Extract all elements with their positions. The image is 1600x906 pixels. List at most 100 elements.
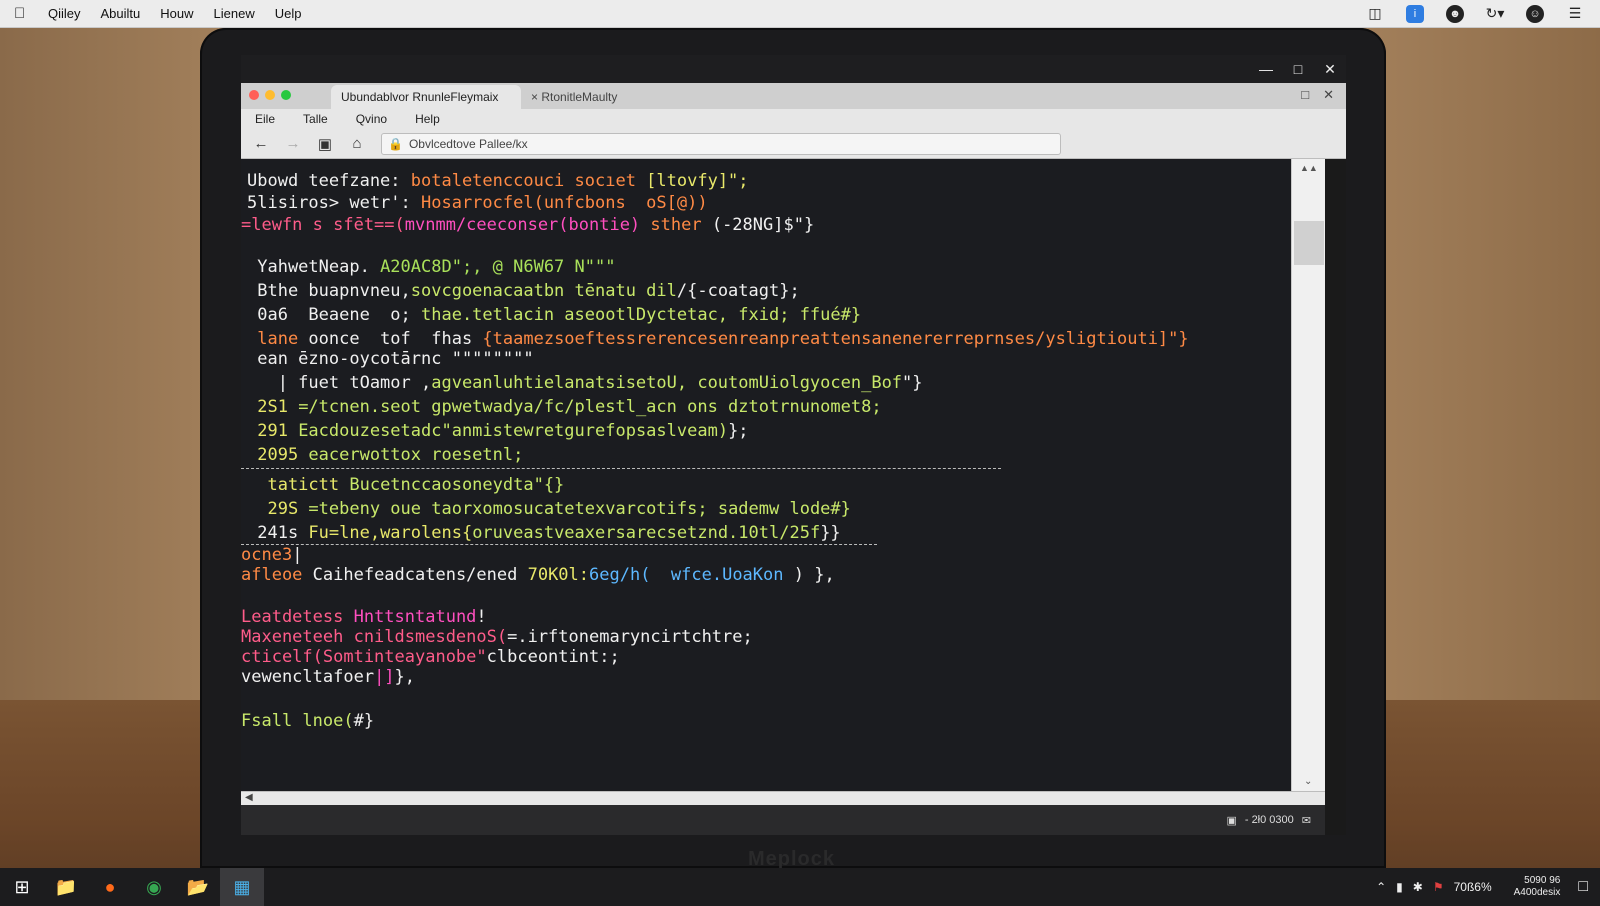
- terminal-token: 2095: [247, 445, 309, 465]
- outer-window-titlebar: — □ ✕: [241, 55, 1346, 83]
- window-split-icon[interactable]: ◫: [1366, 5, 1384, 23]
- menubar-item-1[interactable]: Qiiley: [48, 6, 81, 21]
- close-icon[interactable]: ✕: [1314, 55, 1346, 83]
- user-face-icon[interactable]: ☺: [1526, 4, 1544, 23]
- vertical-scrollbar[interactable]: ▲▲ ⌄: [1291, 159, 1325, 791]
- terminal-token: 5lisiros> wetr':: [247, 193, 421, 213]
- terminal-token: oonce tof fhas: [308, 329, 483, 349]
- windows-start-icon[interactable]: ⊞: [0, 868, 44, 906]
- accessibility-icon[interactable]: ☻: [1446, 4, 1464, 23]
- terminal-token: | fuet tOamor ,: [247, 373, 432, 393]
- menubar-item-3[interactable]: Houw: [160, 6, 193, 21]
- network-icon[interactable]: ✱: [1413, 880, 1423, 894]
- chat-icon[interactable]: ✉: [1302, 814, 1311, 827]
- scroll-thumb[interactable]: [1294, 221, 1324, 265]
- terminal-line: Ubowd teefzane: botaletenccouci socıet […: [247, 171, 749, 191]
- horizontal-scrollbar[interactable]: ◀: [241, 791, 1325, 805]
- terminal-token: vewencltafoer: [241, 667, 375, 687]
- folder-icon[interactable]: 📂: [176, 868, 220, 906]
- tab-active[interactable]: Ubundablvor RnunleFleymaix: [331, 85, 521, 109]
- zoom-dot-icon[interactable]: [281, 90, 291, 100]
- clock-time: 5090 96: [1524, 875, 1561, 886]
- terminal-token: [ltovfy]";: [646, 171, 749, 191]
- bookmark-icon[interactable]: ▣: [313, 132, 337, 156]
- terminal-token: afleoe: [241, 565, 313, 585]
- terminal-token: 241s: [247, 523, 309, 543]
- terminal-token: thae.tetlacin aseootlDyctetac, fxid; ffu…: [421, 305, 862, 325]
- chrome-icon[interactable]: ◉: [132, 868, 176, 906]
- terminal-token: |: [292, 545, 303, 565]
- sync-icon[interactable]: ↻▾: [1486, 5, 1505, 23]
- terminal-token: "}: [902, 373, 923, 393]
- terminal-line: tatictt Bucetnccaosoneydta"{}: [247, 475, 564, 495]
- restore-icon[interactable]: □: [1301, 87, 1309, 103]
- app-badge-icon[interactable]: i: [1406, 4, 1424, 23]
- terminal-token: 70K0l:: [527, 565, 590, 585]
- address-bar[interactable]: 🔒 Obvlcedtove Pallee/kx: [381, 132, 1061, 155]
- terminal-token: botaletenccouci socıet: [410, 171, 647, 191]
- terminal-token: =lewfn s sfēt==(: [241, 215, 405, 235]
- menu-file[interactable]: Eile: [255, 112, 275, 126]
- apple-logo-icon[interactable]: : [14, 5, 32, 22]
- terminal-token: Eacdouzesetadc"anmistewretgurefopsaslvea…: [298, 421, 729, 441]
- menubar-item-5[interactable]: Uelp: [275, 6, 302, 21]
- status-bar: ▣ - 2ł0 0300 ✉: [241, 805, 1325, 835]
- terminal-token: };: [728, 421, 749, 441]
- firefox-icon[interactable]: ●: [88, 868, 132, 906]
- terminal-token: agveanluhtielanatsisetoU, coutomUiolgyoc…: [431, 373, 903, 393]
- terminal-token: 29S: [247, 499, 309, 519]
- terminal-token: /{-coatagt};: [676, 281, 800, 301]
- terminal-line: ocne3|: [241, 545, 302, 565]
- tab-close-icon[interactable]: ✕: [1323, 87, 1334, 103]
- browser-window: Ubundablvor RnunleFleymaix × RtonitleMau…: [241, 83, 1346, 835]
- terminal-token: ean ēzno-oycotārnc: [247, 349, 452, 369]
- navigation-row: ← → ▣ ⌂ 🔒 Obvlcedtove Pallee/kx: [241, 129, 1346, 159]
- chevron-up-icon[interactable]: ⌃: [1376, 880, 1386, 894]
- clock-date: A400desix: [1513, 887, 1561, 898]
- menu-view[interactable]: Qvino: [356, 112, 387, 126]
- tab-bar: Ubundablvor RnunleFleymaix × RtonitleMau…: [241, 83, 1346, 109]
- scroll-down-icon[interactable]: ⌄: [1304, 776, 1312, 787]
- home-icon[interactable]: ⌂: [345, 132, 369, 156]
- shield-icon[interactable]: ▮: [1396, 880, 1403, 894]
- terminal-token: Caihefeadcatens/ened: [312, 565, 528, 585]
- terminal-token: =/tcnen.seot gpwetwadya/fc/plestl_acn on…: [298, 397, 882, 417]
- clock[interactable]: 5090 96 A400desix: [1514, 875, 1561, 899]
- store-app-icon[interactable]: ▦: [220, 868, 264, 906]
- back-arrow-icon[interactable]: ←: [249, 132, 273, 156]
- menubar-item-4[interactable]: Lienew: [214, 6, 255, 21]
- terminal-token: wfce.UoaKon: [660, 565, 794, 585]
- file-explorer-icon[interactable]: 📁: [44, 868, 88, 906]
- tab-bar-controls: □ ✕: [1301, 87, 1334, 103]
- terminal-line: cticelf(Somtinteayanobe"clbceontint:;: [241, 647, 620, 667]
- terminal-line: 5lisiros> wetr': Hosarrocfel(unfcbons oS…: [247, 193, 708, 213]
- scroll-left-icon[interactable]: ◀: [245, 792, 253, 803]
- terminal-line: | fuet tOamor ,agveanluhtielanatsisetoU,…: [247, 373, 923, 393]
- terminal-token: lane: [247, 329, 309, 349]
- terminal-token: cticelf(Somtinteayanobe": [241, 647, 487, 667]
- terminal-line: 2095 eacerwottox roesetnl;: [247, 445, 523, 465]
- menu-help[interactable]: Help: [415, 112, 440, 126]
- maximize-icon[interactable]: □: [1282, 55, 1314, 83]
- terminal-token: #: [353, 711, 364, 731]
- scroll-up-icon[interactable]: ▲▲: [1300, 163, 1318, 173]
- control-center-icon[interactable]: ☰: [1566, 5, 1584, 23]
- minimize-icon[interactable]: —: [1250, 55, 1282, 83]
- forward-arrow-icon[interactable]: →: [281, 132, 305, 156]
- menu-edit[interactable]: Talle: [303, 112, 328, 126]
- terminal-content[interactable]: Ubowd teefzane: botaletenccouci socıet […: [241, 159, 1291, 791]
- menubar-item-2[interactable]: Abuiltu: [101, 6, 141, 21]
- status-text: - 2ł0 0300: [1244, 814, 1294, 826]
- flag-icon[interactable]: ⚑: [1433, 880, 1444, 894]
- terminal-token: clbceontint:;: [486, 647, 620, 667]
- system-tray: ⌃ ▮ ✱ ⚑ 70ß6% 5090 96 A400desix □: [1376, 875, 1588, 899]
- terminal-token: (-28NG]$"}: [711, 215, 815, 235]
- minimize-dot-icon[interactable]: [265, 90, 275, 100]
- tab-inactive[interactable]: × RtonitleMaulty: [521, 85, 627, 109]
- terminal-token: |]: [374, 667, 395, 687]
- traffic-lights: [249, 90, 291, 100]
- terminal-token: sther: [650, 215, 712, 235]
- terminal-line: 29S =tebeny oue taorxomosucatetexvarcoti…: [247, 499, 850, 519]
- notification-icon[interactable]: □: [1578, 878, 1588, 896]
- close-dot-icon[interactable]: [249, 90, 259, 100]
